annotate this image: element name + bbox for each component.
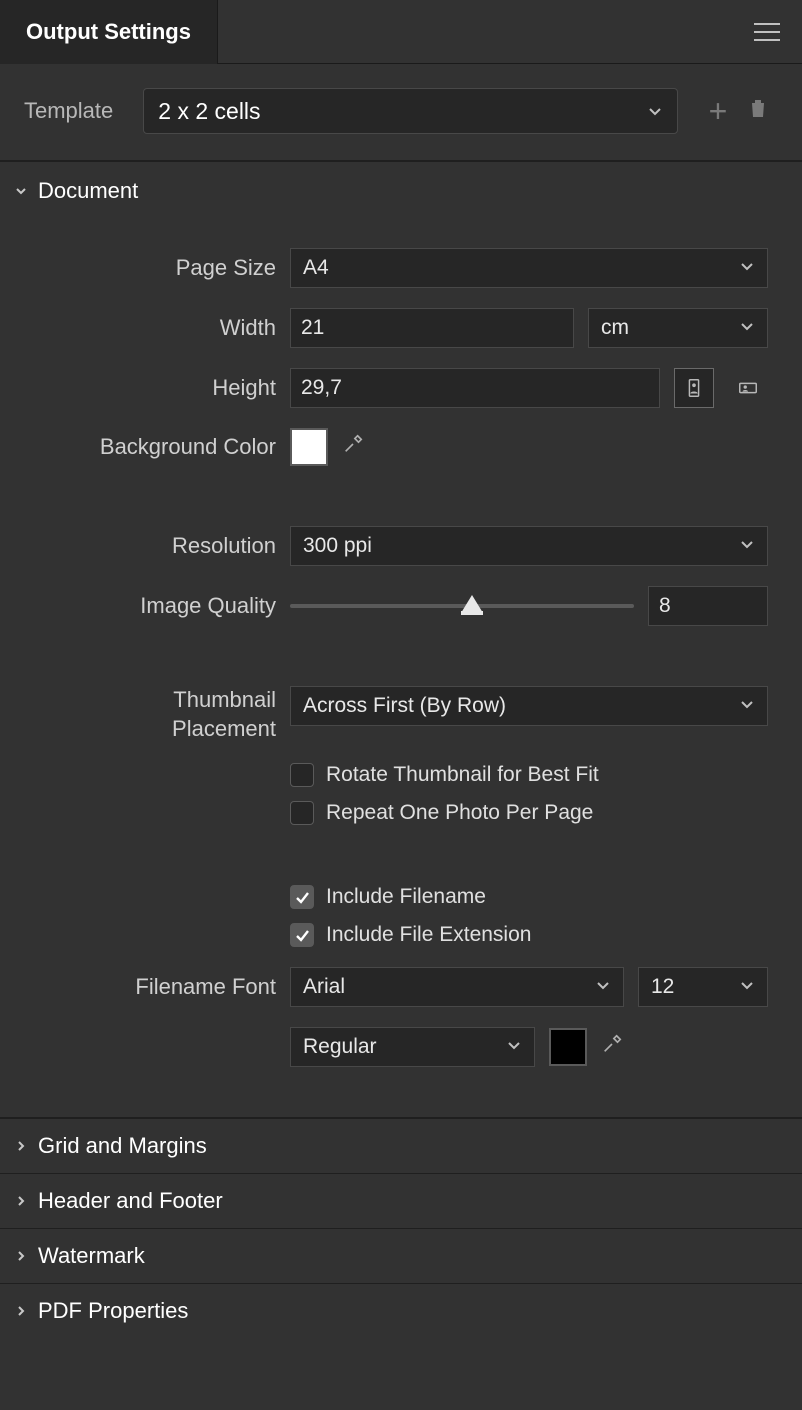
panel-header: Output Settings: [0, 0, 802, 64]
template-row: Template 2 x 2 cells: [0, 64, 802, 161]
checkbox-repeat-photo[interactable]: [290, 801, 314, 825]
row-width: Width 21 cm: [0, 308, 768, 348]
resolution-label: Resolution: [0, 532, 290, 561]
thumbnail-placement-label: Thumbnail Placement: [0, 686, 290, 743]
background-color-swatch[interactable]: [290, 428, 328, 466]
collapsed-sections: Grid and Margins Header and Footer Water…: [0, 1117, 802, 1338]
height-value: 29,7: [301, 376, 342, 400]
chevron-down-icon: [739, 316, 755, 340]
trash-icon: [746, 95, 770, 127]
checkbox-rotate-thumbnail[interactable]: [290, 763, 314, 787]
section-pdf-properties-header[interactable]: PDF Properties: [0, 1283, 802, 1338]
eyedropper-icon: [601, 1033, 623, 1055]
image-quality-value: 8: [659, 594, 671, 618]
checkbox-include-filename[interactable]: [290, 885, 314, 909]
font-family-select[interactable]: Arial: [290, 967, 624, 1007]
chevron-down-icon: [739, 256, 755, 280]
font-size-value: 12: [651, 975, 674, 999]
section-header-footer-title: Header and Footer: [38, 1188, 223, 1214]
font-weight-select[interactable]: Regular: [290, 1027, 535, 1067]
chevron-right-icon: [12, 1137, 30, 1155]
section-grid-margins-title: Grid and Margins: [38, 1133, 207, 1159]
image-quality-slider[interactable]: [290, 604, 634, 608]
section-document-header[interactable]: Document: [0, 161, 802, 220]
row-thumbnail-placement: Thumbnail Placement Across First (By Row…: [0, 686, 768, 743]
page-size-label: Page Size: [0, 254, 290, 283]
page-size-value: A4: [303, 256, 329, 280]
delete-template-button[interactable]: [738, 95, 778, 127]
font-eyedropper-button[interactable]: [601, 1033, 623, 1061]
image-quality-input[interactable]: 8: [648, 586, 768, 626]
eyedropper-icon: [342, 433, 364, 455]
section-document-title: Document: [38, 178, 138, 204]
tab-title: Output Settings: [26, 19, 191, 45]
chevron-down-icon: [739, 694, 755, 718]
row-image-quality: Image Quality 8: [0, 586, 768, 626]
panel-menu-button[interactable]: [732, 23, 802, 41]
font-family-value: Arial: [303, 975, 345, 999]
tab-output-settings[interactable]: Output Settings: [0, 0, 218, 64]
height-input[interactable]: 29,7: [290, 368, 660, 408]
chevron-down-icon: [739, 975, 755, 999]
section-grid-margins-header[interactable]: Grid and Margins: [0, 1118, 802, 1173]
section-document-body: Page Size A4 Width 21 cm Height 29,7: [0, 220, 802, 1117]
cb-repeat-label: Repeat One Photo Per Page: [326, 801, 593, 825]
slider-thumb[interactable]: [461, 595, 483, 613]
chevron-right-icon: [12, 1247, 30, 1265]
row-filename-font: Filename Font Arial 12: [0, 967, 768, 1007]
checkbox-include-extension[interactable]: [290, 923, 314, 947]
add-template-button[interactable]: [698, 93, 738, 130]
row-background-color: Background Color: [0, 428, 768, 466]
chevron-down-icon: [12, 182, 30, 200]
orientation-portrait-button[interactable]: [674, 368, 714, 408]
font-weight-value: Regular: [303, 1035, 377, 1059]
page-size-select[interactable]: A4: [290, 248, 768, 288]
portrait-icon: [683, 377, 705, 399]
chevron-down-icon: [739, 534, 755, 558]
chevron-right-icon: [12, 1192, 30, 1210]
row-cb-include: Include Filename Include File Extension: [0, 885, 768, 961]
thumbnail-placement-value: Across First (By Row): [303, 694, 506, 718]
row-cb-rotate: Rotate Thumbnail for Best Fit Repeat One…: [0, 763, 768, 839]
row-page-size: Page Size A4: [0, 248, 768, 288]
cb-include-ext-label: Include File Extension: [326, 923, 531, 947]
landscape-icon: [737, 377, 759, 399]
chevron-right-icon: [12, 1302, 30, 1320]
width-value: 21: [301, 316, 324, 340]
section-pdf-properties-title: PDF Properties: [38, 1298, 188, 1324]
width-unit-select[interactable]: cm: [588, 308, 768, 348]
chevron-down-icon: [647, 98, 663, 125]
section-header-footer-header[interactable]: Header and Footer: [0, 1173, 802, 1228]
width-unit-value: cm: [601, 316, 629, 340]
resolution-value: 300 ppi: [303, 534, 372, 558]
row-resolution: Resolution 300 ppi: [0, 526, 768, 566]
orientation-landscape-button[interactable]: [728, 368, 768, 408]
section-watermark-header[interactable]: Watermark: [0, 1228, 802, 1283]
chevron-down-icon: [506, 1035, 522, 1059]
plus-icon: [709, 93, 728, 130]
filename-font-label: Filename Font: [0, 973, 290, 1002]
width-label: Width: [0, 314, 290, 343]
background-color-label: Background Color: [0, 433, 290, 462]
section-watermark-title: Watermark: [38, 1243, 145, 1269]
cb-rotate-label: Rotate Thumbnail for Best Fit: [326, 763, 599, 787]
image-quality-label: Image Quality: [0, 592, 290, 621]
row-filename-font-weight: Regular: [0, 1027, 768, 1067]
chevron-down-icon: [595, 975, 611, 999]
row-height: Height 29,7: [0, 368, 768, 408]
resolution-select[interactable]: 300 ppi: [290, 526, 768, 566]
template-value: 2 x 2 cells: [158, 98, 260, 125]
width-input[interactable]: 21: [290, 308, 574, 348]
font-color-swatch[interactable]: [549, 1028, 587, 1066]
template-select[interactable]: 2 x 2 cells: [143, 88, 678, 134]
eyedropper-button[interactable]: [342, 433, 364, 461]
thumbnail-placement-select[interactable]: Across First (By Row): [290, 686, 768, 726]
font-size-select[interactable]: 12: [638, 967, 768, 1007]
cb-include-filename-label: Include Filename: [326, 885, 486, 909]
template-label: Template: [24, 98, 113, 124]
height-label: Height: [0, 374, 290, 403]
